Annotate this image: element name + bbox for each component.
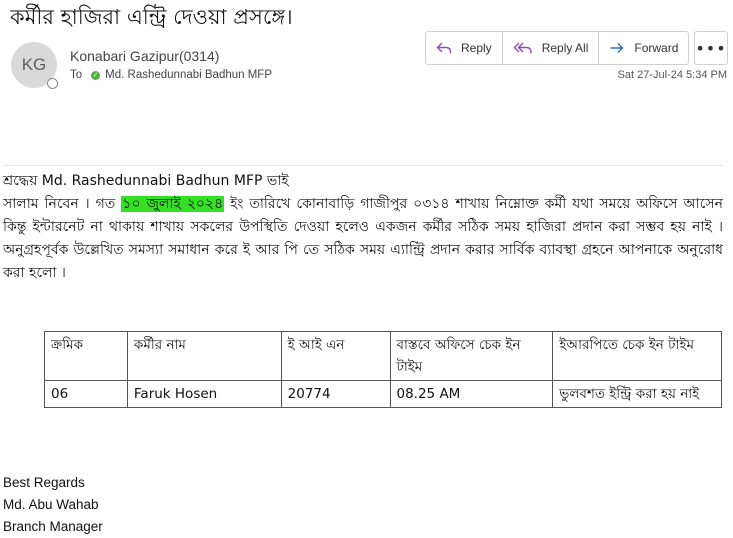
- presence-status-icon: [47, 78, 58, 89]
- forward-button[interactable]: Forward: [599, 32, 688, 64]
- forward-label: Forward: [634, 41, 679, 55]
- recipient-available-icon: ✓: [91, 70, 101, 80]
- highlighted-date: ১০ জুলাই ২০২৪: [121, 196, 225, 212]
- header-divider: [3, 165, 723, 166]
- header-erp-checkin: ইআরপিতে চেক ইন টাইম: [552, 331, 722, 381]
- cell-employee-name: Faruk Hosen: [126, 380, 282, 408]
- reply-all-label: Reply All: [541, 41, 589, 55]
- paragraph-start: সালাম নিবেন । গত: [3, 196, 122, 212]
- more-actions-button[interactable]: •••: [694, 31, 728, 65]
- recipient-name[interactable]: Md. Rashedunnabi Badhun MFP: [105, 69, 272, 81]
- reply-icon: [436, 42, 452, 54]
- cell-actual-checkin: 08.25 AM: [389, 380, 554, 408]
- reply-all-button[interactable]: Reply All: [503, 32, 600, 64]
- table-row: 06 Faruk Hosen 20774 08.25 AM ভুলবশত ইন্…: [44, 380, 722, 408]
- recipient-line: To ✓ Md. Rashedunnabi Badhun MFP: [70, 69, 272, 81]
- signature-block: Best Regards Md. Abu Wahab Branch Manage…: [3, 472, 103, 538]
- signature-name: Md. Abu Wahab: [3, 497, 99, 512]
- to-label: To: [70, 69, 83, 81]
- reply-label: Reply: [461, 41, 492, 55]
- attendance-table: ক্রমিক কর্মীর নাম ই আই এন বাস্তবে অফিসে …: [44, 331, 722, 408]
- greeting-line: শ্রদ্ধেয় Md. Rashedunnabi Badhun MFP ভা…: [3, 173, 289, 189]
- header-actual-checkin: বাস্তবে অফিসে চেক ইন টাইম: [389, 331, 554, 381]
- header-serial: ক্রমিক: [44, 331, 128, 381]
- message-actions: Reply Reply All Forward: [425, 31, 690, 65]
- cell-serial: 06: [44, 380, 128, 408]
- reply-button[interactable]: Reply: [426, 32, 503, 64]
- forward-arrow-icon: [610, 43, 624, 53]
- sent-date: Sat 27-Jul-24 5:34 PM: [617, 69, 727, 81]
- header-employee-name: কর্মীর নাম: [126, 331, 282, 381]
- table-header-row: ক্রমিক কর্মীর নাম ই আই এন বাস্তবে অফিসে …: [44, 331, 722, 381]
- message-body: শ্রদ্ধেয় Md. Rashedunnabi Badhun MFP ভা…: [3, 170, 723, 285]
- header-ein: ই আই এন: [280, 331, 391, 381]
- cell-erp-checkin: ভুলবশত ইন্ট্রি করা হয় নাই: [552, 380, 722, 408]
- cell-ein: 20774: [280, 380, 391, 408]
- reply-all-icon: [513, 42, 532, 54]
- message-paragraph: সালাম নিবেন । গত ১০ জুলাই ২০২৪ ইং তারিখে…: [3, 193, 723, 285]
- signature-regards: Best Regards: [3, 475, 85, 490]
- sender-name[interactable]: Konabari Gazipur(0314): [70, 48, 219, 64]
- signature-title: Branch Manager: [3, 519, 103, 534]
